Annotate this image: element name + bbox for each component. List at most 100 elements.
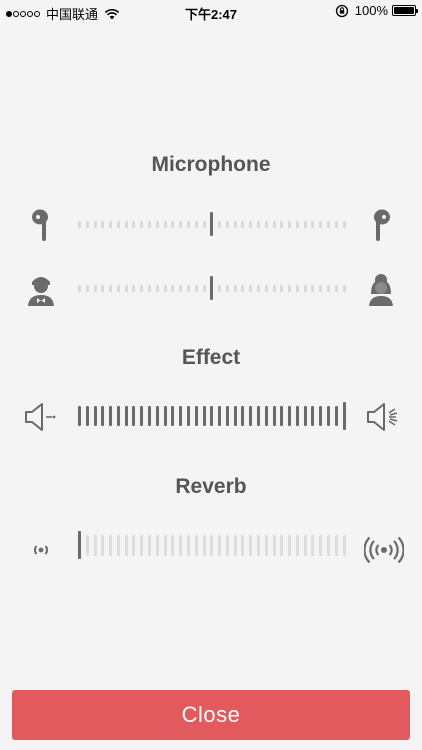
rotation-lock-icon	[335, 4, 348, 17]
slider-tick	[93, 406, 97, 426]
slider-tick	[311, 220, 315, 228]
slider-tick	[194, 406, 198, 426]
slider-tick	[109, 534, 113, 556]
effect-slider[interactable]	[78, 394, 346, 438]
slider-tick	[256, 406, 260, 426]
mic-voice-row	[0, 266, 422, 310]
mic-voice-slider[interactable]	[78, 266, 346, 310]
slider-thumb	[342, 402, 346, 430]
slider-tick	[163, 284, 167, 292]
slider-tick	[140, 220, 144, 228]
slider-tick	[241, 284, 245, 292]
slider-tick	[311, 284, 315, 292]
slider-tick	[319, 534, 323, 556]
slider-tick	[124, 284, 128, 292]
status-right: 100%	[335, 3, 418, 18]
slider-tick	[218, 406, 222, 426]
slider-tick	[210, 406, 214, 426]
close-button[interactable]: Close	[12, 690, 410, 740]
speaker-low-icon	[25, 403, 56, 431]
slider-tick	[295, 220, 299, 228]
mic-pan-slider[interactable]	[78, 202, 346, 246]
slider-tick	[202, 406, 206, 426]
reverb-slider[interactable]	[78, 523, 346, 567]
slider-tick	[295, 534, 299, 556]
slider-tick	[280, 220, 284, 228]
slider-tick	[233, 534, 237, 556]
slider-tick	[124, 534, 128, 556]
female-avatar-icon	[369, 274, 393, 306]
slider-tick	[233, 406, 237, 426]
slider-tick	[272, 284, 276, 292]
slider-tick	[342, 284, 346, 292]
slider-tick	[249, 406, 253, 426]
audio-settings-screen: 中国联通 下午2:47 100% Microphone Effect Rever…	[0, 0, 422, 750]
slider-tick	[109, 406, 113, 426]
slider-thumb	[78, 531, 81, 559]
slider-thumb	[210, 276, 214, 300]
slider-tick	[218, 220, 222, 228]
slider-tick	[334, 220, 338, 228]
slider-tick	[202, 284, 206, 292]
slider-tick	[171, 534, 175, 556]
reverb-low-icon	[34, 545, 48, 555]
microphone-title: Microphone	[151, 153, 271, 176]
slider-tick	[186, 284, 190, 292]
slider-tick	[163, 220, 167, 228]
slider-tick	[280, 284, 284, 292]
slider-tick	[225, 406, 229, 426]
slider-tick	[256, 284, 260, 292]
slider-tick	[319, 284, 323, 292]
right-earbud-icon	[374, 209, 390, 241]
slider-tick	[327, 406, 330, 426]
slider-tick	[171, 284, 175, 292]
slider-tick	[179, 406, 183, 426]
slider-tick	[272, 220, 276, 228]
slider-tick	[194, 284, 198, 292]
slider-tick	[295, 284, 299, 292]
reverb-row	[0, 523, 422, 567]
slider-tick	[78, 220, 81, 228]
slider-tick	[264, 220, 268, 228]
slider-tick	[116, 406, 120, 426]
slider-tick	[85, 284, 89, 292]
slider-tick	[101, 406, 105, 426]
slider-tick	[132, 284, 136, 292]
slider-tick	[303, 534, 307, 556]
slider-tick	[85, 406, 89, 426]
slider-tick	[179, 534, 183, 556]
slider-tick	[288, 220, 292, 228]
slider-tick	[163, 406, 167, 426]
reverb-title: Reverb	[175, 475, 247, 498]
slider-tick	[202, 220, 206, 228]
slider-tick	[155, 534, 159, 556]
slider-tick	[311, 534, 315, 556]
battery-icon	[392, 5, 418, 16]
slider-tick	[249, 534, 253, 556]
slider-tick	[109, 284, 113, 292]
slider-tick	[241, 406, 245, 426]
slider-tick	[124, 406, 128, 426]
slider-tick	[116, 220, 120, 228]
slider-tick	[334, 534, 338, 556]
slider-tick	[334, 284, 338, 292]
slider-tick	[194, 534, 198, 556]
slider-tick	[132, 406, 136, 426]
slider-tick	[140, 284, 144, 292]
mic-pan-row	[0, 202, 422, 246]
slider-tick	[85, 534, 89, 556]
slider-tick	[256, 220, 260, 228]
slider-tick	[264, 534, 268, 556]
slider-tick	[85, 220, 89, 228]
slider-tick	[155, 220, 159, 228]
slider-tick	[249, 220, 253, 228]
slider-tick	[93, 534, 97, 556]
slider-tick	[78, 284, 81, 292]
slider-tick	[327, 534, 330, 556]
slider-tick	[319, 220, 323, 228]
slider-tick	[264, 406, 268, 426]
slider-tick	[140, 406, 144, 426]
slider-tick	[233, 284, 237, 292]
male-avatar-icon	[28, 277, 54, 306]
speaker-high-icon	[367, 403, 398, 431]
